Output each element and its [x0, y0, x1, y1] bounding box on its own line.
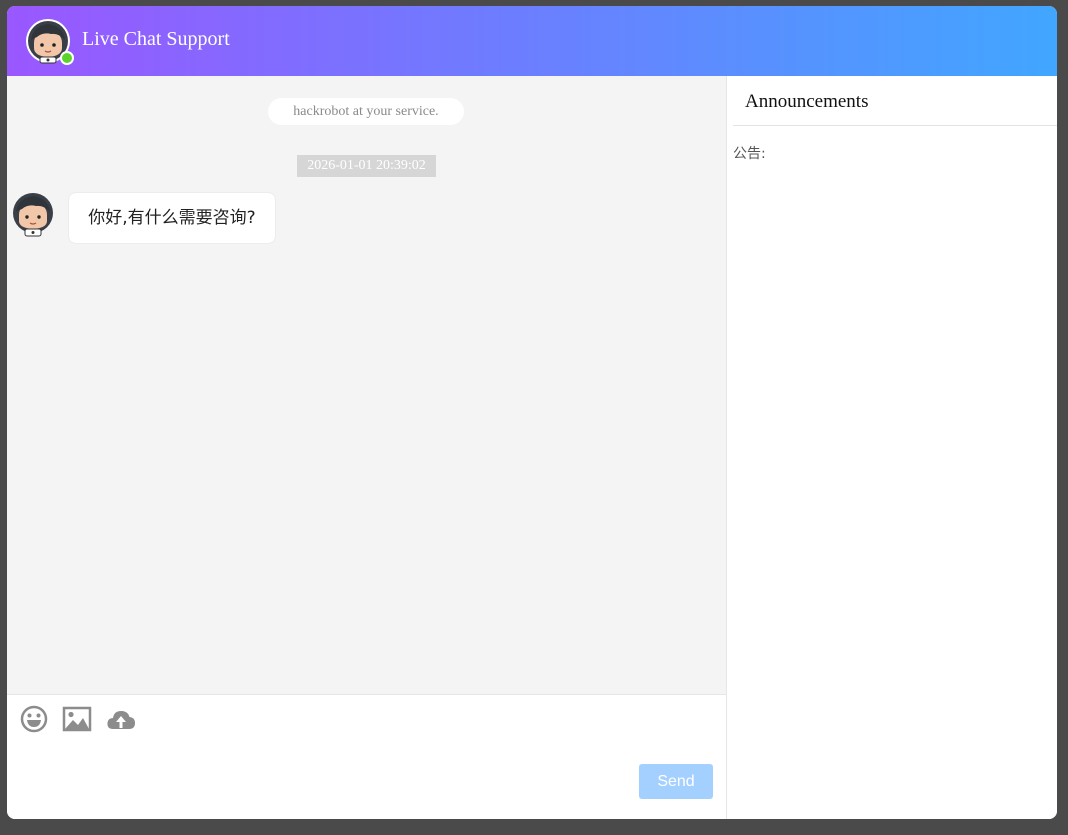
- robot-avatar-icon: [13, 193, 53, 237]
- online-status-dot: [60, 51, 74, 65]
- page-title: Live Chat Support: [82, 28, 230, 50]
- image-icon[interactable]: [62, 705, 92, 733]
- message-bubble: 你好,有什么需要咨询?: [68, 192, 276, 244]
- send-button[interactable]: Send: [639, 764, 713, 799]
- upload-cloud-icon[interactable]: [106, 705, 136, 733]
- chat-window: Live Chat Support hackrobot at your serv…: [7, 6, 1057, 819]
- service-notice: hackrobot at your service.: [268, 98, 464, 125]
- message-composer: Send: [7, 694, 726, 819]
- message-timestamp: 2026-01-01 20:39:02: [297, 155, 436, 177]
- announcements-panel: Announcements 公告:: [726, 76, 1057, 819]
- chat-header: Live Chat Support: [7, 6, 1057, 76]
- announcements-title: Announcements: [745, 91, 869, 112]
- announcement-text: 公告:: [733, 146, 766, 162]
- divider: [733, 125, 1057, 126]
- emoji-icon[interactable]: [19, 705, 49, 733]
- message-area[interactable]: hackrobot at your service. 2026-01-01 20…: [7, 76, 726, 694]
